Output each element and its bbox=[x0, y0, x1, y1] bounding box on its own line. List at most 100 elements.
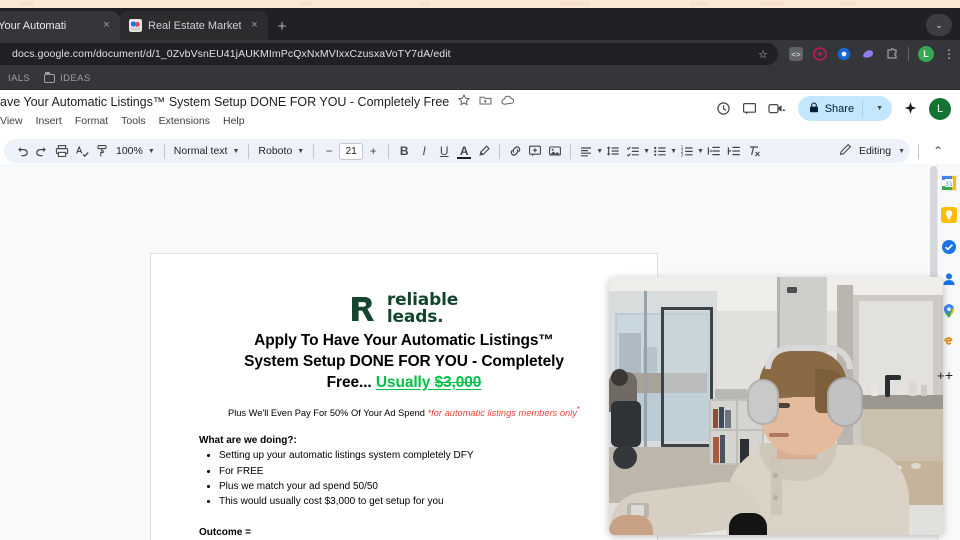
google-keep-icon[interactable] bbox=[941, 206, 958, 223]
spellcheck-icon[interactable] bbox=[72, 141, 92, 161]
paint-format-icon[interactable] bbox=[92, 141, 112, 161]
document-page[interactable]: reliable leads. Apply To Have Your Autom… bbox=[151, 254, 657, 540]
google-calendar-icon[interactable]: 31 bbox=[941, 174, 958, 191]
tab-facebook-group[interactable]: Real Estate Marketing Secret × bbox=[120, 11, 268, 40]
underline-button[interactable]: U bbox=[434, 141, 454, 161]
bulleted-list-dropdown-icon[interactable]: ▼ bbox=[670, 148, 677, 155]
menu-item-format[interactable]: Format bbox=[75, 115, 108, 127]
grammarly-extension-icon[interactable] bbox=[860, 47, 875, 62]
bookmark-label: IALS bbox=[8, 73, 31, 84]
section-heading-outcome: Outcome = bbox=[199, 526, 251, 538]
code-extension-icon[interactable]: <> bbox=[788, 47, 803, 62]
text-color-button[interactable]: A bbox=[454, 141, 474, 161]
svg-text:31: 31 bbox=[945, 181, 953, 188]
undo-icon[interactable] bbox=[12, 141, 32, 161]
bookmark-label: IDEAS bbox=[60, 73, 91, 84]
menu-item-tools[interactable]: Tools bbox=[121, 115, 146, 127]
puzzle-extensions-icon[interactable] bbox=[884, 47, 899, 62]
bold-button[interactable]: B bbox=[394, 141, 414, 161]
chevron-down-icon: ▼ bbox=[898, 147, 905, 155]
webcam-overlay[interactable] bbox=[609, 277, 943, 535]
insert-image-icon[interactable] bbox=[545, 141, 565, 161]
bulleted-list-icon[interactable] bbox=[650, 141, 670, 161]
editing-mode-selector[interactable]: Editing ▼ bbox=[835, 143, 909, 159]
google-maps-icon[interactable] bbox=[941, 302, 958, 319]
tab-title: ply To Have Your Automati bbox=[0, 19, 67, 32]
loom-extension-icon[interactable] bbox=[812, 47, 827, 62]
omnibox-row: docs.google.com/document/d/1_0ZvbVsnEU41… bbox=[0, 40, 960, 68]
docs-menu-bar: View Insert Format Tools Extensions Help bbox=[0, 115, 245, 127]
chrome-menu-icon[interactable]: ⋮ bbox=[943, 48, 955, 60]
version-history-icon[interactable] bbox=[716, 101, 731, 116]
bookmark-item-materials[interactable]: IALS bbox=[8, 73, 30, 84]
heading-free-prefix: Free... bbox=[326, 373, 376, 391]
page-title[interactable]: ave Your Automatic Listings™ System Setu… bbox=[0, 95, 449, 109]
font-selector[interactable]: Roboto ▼ bbox=[254, 145, 308, 157]
add-comment-icon[interactable] bbox=[525, 141, 545, 161]
tab-close-button[interactable]: × bbox=[247, 18, 262, 33]
align-icon[interactable] bbox=[576, 141, 596, 161]
google-contacts-icon[interactable] bbox=[941, 270, 958, 287]
avatar[interactable]: L bbox=[929, 97, 951, 120]
increase-indent-icon[interactable] bbox=[724, 141, 744, 161]
numbered-list-dropdown-icon[interactable]: ▼ bbox=[697, 148, 704, 155]
italic-button[interactable]: I bbox=[414, 141, 434, 161]
list-item: For FREE bbox=[219, 464, 609, 479]
toolbar-divider bbox=[313, 143, 315, 159]
tab-docs[interactable]: ply To Have Your Automati × bbox=[0, 11, 120, 40]
video-call-icon[interactable] bbox=[768, 102, 787, 115]
move-to-folder-icon[interactable] bbox=[479, 94, 492, 109]
checklist-icon[interactable] bbox=[623, 141, 643, 161]
section-list-what: Setting up your automatic listings syste… bbox=[219, 448, 609, 510]
heading-usually-price: Usually $3,000 bbox=[376, 374, 482, 391]
tab-search-chevron-icon[interactable]: ⌄ bbox=[926, 14, 952, 36]
gemini-spark-icon[interactable] bbox=[903, 101, 918, 116]
logo-line-2: leads. bbox=[386, 306, 444, 327]
toolbar-divider bbox=[388, 143, 390, 159]
share-dropdown-icon[interactable]: ▼ bbox=[871, 105, 888, 112]
bookmark-item-ideas[interactable]: IDEAS bbox=[44, 72, 91, 84]
pencil-icon bbox=[839, 143, 852, 159]
section-heading-what: What are we doing?: bbox=[199, 435, 297, 447]
chevron-down-icon: ▼ bbox=[297, 147, 305, 155]
editing-mode-label: Editing bbox=[858, 145, 892, 157]
font-size-input[interactable]: 21 bbox=[339, 142, 364, 160]
redo-icon[interactable] bbox=[32, 141, 52, 161]
new-tab-button[interactable]: + bbox=[272, 16, 292, 36]
clear-formatting-icon[interactable] bbox=[744, 141, 764, 161]
link-icon[interactable] bbox=[505, 141, 525, 161]
tab-close-button[interactable]: × bbox=[99, 18, 114, 33]
share-button[interactable]: Share ▼ bbox=[797, 96, 892, 121]
google-tasks-icon[interactable] bbox=[941, 238, 958, 255]
checklist-dropdown-icon[interactable]: ▼ bbox=[643, 148, 650, 155]
bookmark-star-icon[interactable]: ☆ bbox=[758, 48, 768, 61]
menu-item-view[interactable]: View bbox=[0, 115, 23, 127]
star-icon[interactable] bbox=[458, 93, 471, 109]
comment-icon[interactable] bbox=[742, 101, 757, 116]
menu-item-insert[interactable]: Insert bbox=[36, 115, 62, 127]
decrease-indent-icon[interactable] bbox=[704, 141, 724, 161]
zoom-selector[interactable]: 100% ▼ bbox=[112, 145, 159, 157]
screen-root: ply To Have Your Automati × Real Estate … bbox=[0, 0, 960, 540]
profile-avatar[interactable]: L bbox=[918, 46, 934, 62]
decrease-font-size-button[interactable]: − bbox=[319, 141, 339, 161]
menu-item-help[interactable]: Help bbox=[223, 115, 245, 127]
paragraph-style-selector[interactable]: Normal text ▼ bbox=[170, 145, 244, 157]
share-divider bbox=[862, 100, 864, 117]
subline-text: Plus We'll Even Pay For 50% Of Your Ad S… bbox=[228, 408, 428, 419]
docs-toolbar: 100% ▼ Normal text ▼ Roboto ▼ − 21 + B I… bbox=[0, 138, 960, 164]
subline-disclaimer: *for automatic listings members only bbox=[427, 408, 577, 419]
increase-font-size-button[interactable]: + bbox=[363, 141, 383, 161]
print-icon[interactable] bbox=[52, 141, 72, 161]
blue-circle-extension-icon[interactable] bbox=[836, 47, 851, 62]
address-bar[interactable]: docs.google.com/document/d/1_0ZvbVsnEU41… bbox=[0, 43, 778, 65]
collapse-toolbar-icon[interactable]: ⌃ bbox=[928, 141, 948, 161]
menu-item-extensions[interactable]: Extensions bbox=[159, 115, 210, 127]
cloud-saved-icon[interactable] bbox=[501, 95, 515, 109]
numbered-list-icon[interactable]: 123 bbox=[677, 141, 697, 161]
subline-asterisk: * bbox=[576, 405, 580, 415]
highlight-icon[interactable] bbox=[474, 141, 494, 161]
addon-icon[interactable] bbox=[941, 334, 958, 351]
line-spacing-icon[interactable] bbox=[603, 141, 623, 161]
align-dropdown-icon[interactable]: ▼ bbox=[596, 148, 603, 155]
